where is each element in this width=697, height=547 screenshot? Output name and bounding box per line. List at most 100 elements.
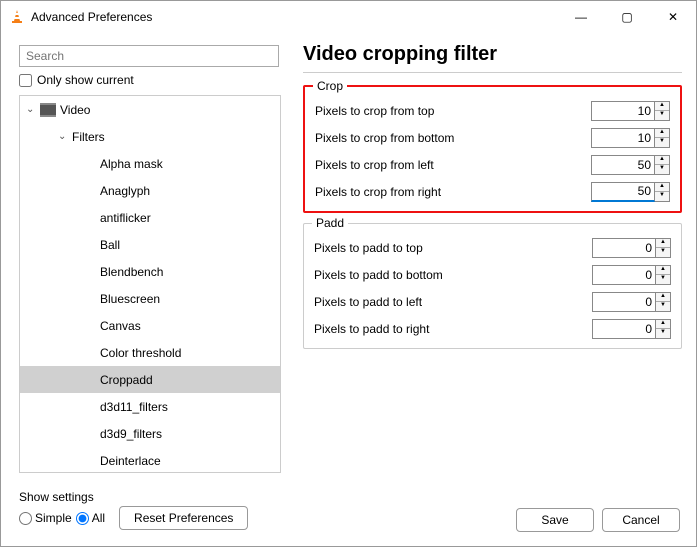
spin-down-button[interactable]: ▼ — [656, 248, 670, 257]
window-buttons: — ▢ ✕ — [558, 1, 696, 33]
video-icon — [40, 103, 56, 117]
tree-label: Canvas — [100, 319, 141, 333]
tree-item[interactable]: Alpha mask — [20, 150, 280, 177]
tree-label: d3d9_filters — [100, 427, 162, 441]
radio-simple-label: Simple — [35, 511, 72, 525]
right-panel: Video cropping filter Crop Pixels to cro… — [291, 33, 696, 486]
spinbox-buttons: ▲▼ — [655, 182, 670, 202]
field: Pixels to crop from right ▲▼ — [315, 178, 670, 205]
tree-item[interactable]: Bluescreen — [20, 285, 280, 312]
spinbox-buttons: ▲▼ — [656, 292, 671, 312]
spinbox-input[interactable] — [592, 238, 656, 258]
page-title: Video cropping filter — [303, 43, 682, 66]
spinbox[interactable]: ▲▼ — [591, 182, 670, 202]
save-button[interactable]: Save — [516, 508, 594, 532]
spin-up-button[interactable]: ▲ — [655, 183, 669, 192]
search-input[interactable] — [19, 45, 279, 67]
tree-item[interactable]: Deinterlace — [20, 447, 280, 473]
spin-down-button[interactable]: ▼ — [656, 275, 670, 284]
field-label: Pixels to padd to bottom — [314, 268, 592, 282]
spin-down-button[interactable]: ▼ — [656, 302, 670, 311]
field: Pixels to crop from top▲▼ — [315, 97, 670, 124]
radio-all-input[interactable] — [76, 512, 89, 525]
field: Pixels to padd to bottom ▲▼ — [314, 261, 671, 288]
tree-label: Ball — [100, 238, 120, 252]
cancel-button[interactable]: Cancel — [602, 508, 680, 532]
spin-up-button[interactable]: ▲ — [655, 102, 669, 111]
field-label: Pixels to padd to left — [314, 295, 592, 309]
tree-label: d3d11_filters — [100, 400, 168, 414]
spinbox-input[interactable] — [591, 101, 655, 121]
main-area: Only show current ⌄Video⌄Filters Alpha ma… — [1, 33, 696, 486]
spin-up-button[interactable]: ▲ — [656, 320, 670, 329]
spinbox-input[interactable] — [591, 155, 655, 175]
radio-simple-input[interactable] — [19, 512, 32, 525]
reset-preferences-button[interactable]: Reset Preferences — [119, 506, 248, 530]
preferences-tree[interactable]: ⌄Video⌄Filters Alpha mask Anaglyph antiflic… — [19, 95, 281, 473]
radio-all-label: All — [92, 511, 105, 525]
show-settings-label: Show settings — [19, 490, 680, 504]
field-label: Pixels to crop from top — [315, 104, 591, 118]
spinbox-input[interactable] — [592, 265, 656, 285]
spinbox[interactable]: ▲▼ — [591, 128, 670, 148]
tree-label: Deinterlace — [100, 454, 161, 468]
footer: Show settings Simple All Reset Preferenc… — [1, 486, 696, 546]
spinbox-buttons: ▲▼ — [656, 319, 671, 339]
tree-item[interactable]: Color threshold — [20, 339, 280, 366]
spin-down-button[interactable]: ▼ — [655, 192, 669, 201]
tree-item[interactable]: Anaglyph — [20, 177, 280, 204]
tree-label: Croppadd — [100, 373, 153, 387]
tree-item-filters[interactable]: ⌄Filters — [20, 123, 280, 150]
maximize-button[interactable]: ▢ — [604, 1, 650, 33]
spin-up-button[interactable]: ▲ — [655, 129, 669, 138]
spin-up-button[interactable]: ▲ — [656, 239, 670, 248]
tree-item[interactable]: Croppadd — [20, 366, 280, 393]
spin-up-button[interactable]: ▲ — [656, 293, 670, 302]
tree-item[interactable]: d3d9_filters — [20, 420, 280, 447]
only-show-current[interactable]: Only show current — [19, 73, 281, 87]
tree-label: Video — [60, 103, 90, 117]
spinbox[interactable]: ▲▼ — [592, 265, 671, 285]
spinbox-input[interactable] — [592, 319, 656, 339]
spinbox[interactable]: ▲▼ — [591, 101, 670, 121]
tree-item[interactable]: Blendbench — [20, 258, 280, 285]
spin-up-button[interactable]: ▲ — [656, 266, 670, 275]
tree-label: Color threshold — [100, 346, 181, 360]
field-label: Pixels to crop from bottom — [315, 131, 591, 145]
close-button[interactable]: ✕ — [650, 1, 696, 33]
field-label: Pixels to padd to right — [314, 322, 592, 336]
titlebar: Advanced Preferences — ▢ ✕ — [1, 1, 696, 33]
tree-item[interactable]: Ball — [20, 231, 280, 258]
spin-up-button[interactable]: ▲ — [655, 156, 669, 165]
spin-down-button[interactable]: ▼ — [655, 138, 669, 147]
only-show-current-checkbox[interactable] — [19, 74, 32, 87]
tree-item[interactable]: Canvas — [20, 312, 280, 339]
spin-down-button[interactable]: ▼ — [655, 165, 669, 174]
tree-item-video[interactable]: ⌄Video — [20, 96, 280, 123]
tree-label: antiflicker — [100, 211, 151, 225]
minimize-button[interactable]: — — [558, 1, 604, 33]
field: Pixels to padd to left ▲▼ — [314, 288, 671, 315]
spin-down-button[interactable]: ▼ — [656, 329, 670, 338]
group-crop: Crop Pixels to crop from top▲▼Pixels to … — [303, 85, 682, 213]
spinbox[interactable]: ▲▼ — [592, 292, 671, 312]
tree-item[interactable]: antiflicker — [20, 204, 280, 231]
spinbox[interactable]: ▲▼ — [592, 238, 671, 258]
spinbox[interactable]: ▲▼ — [592, 319, 671, 339]
tree-item[interactable]: d3d11_filters — [20, 393, 280, 420]
spin-down-button[interactable]: ▼ — [655, 111, 669, 120]
spinbox-buttons: ▲▼ — [655, 155, 670, 175]
tree-label: Alpha mask — [100, 157, 163, 171]
field: Pixels to padd to right ▲▼ — [314, 315, 671, 342]
radio-all[interactable]: All — [76, 511, 105, 525]
field: Pixels to crop from bottom▲▼ — [315, 124, 670, 151]
spinbox[interactable]: ▲▼ — [591, 155, 670, 175]
spinbox-input[interactable] — [591, 182, 655, 202]
spinbox-buttons: ▲▼ — [656, 265, 671, 285]
radio-simple[interactable]: Simple — [19, 511, 72, 525]
spinbox-buttons: ▲▼ — [656, 238, 671, 258]
spinbox-input[interactable] — [592, 292, 656, 312]
field-label: Pixels to crop from right — [315, 185, 591, 199]
spinbox-input[interactable] — [591, 128, 655, 148]
group-padd-legend: Padd — [312, 216, 348, 230]
